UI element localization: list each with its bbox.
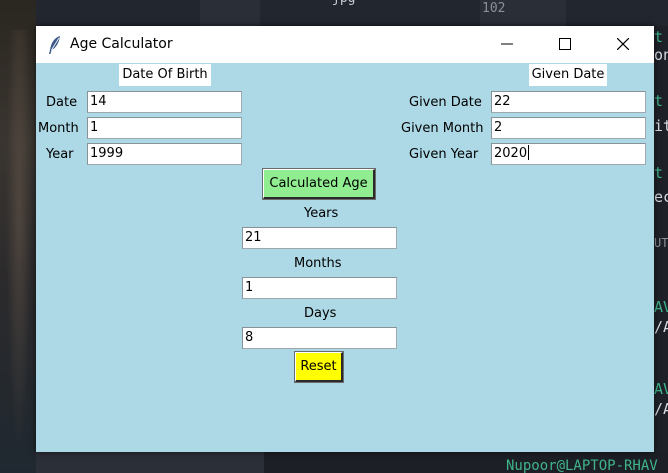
age-calculator-window: Age Calculator Date Of Birth Date 14 Mon… <box>36 26 654 452</box>
dob-month-input[interactable]: 1 <box>87 117 242 139</box>
close-icon <box>617 38 629 50</box>
editor-line-number: 102 <box>482 1 506 16</box>
window-titlebar[interactable]: Age Calculator <box>36 26 654 63</box>
desktop-background <box>0 0 36 473</box>
code-fragment: AV <box>654 298 668 316</box>
code-fragment: /A <box>654 400 668 418</box>
terminal-strip: Nupoor@LAPTOP-RHAV <box>36 452 668 473</box>
years-label: Years <box>304 206 339 221</box>
given-date-header: Given Date <box>529 64 607 86</box>
code-fragment: t <box>654 92 664 110</box>
code-fragment: ec <box>654 188 668 206</box>
text-cursor <box>528 145 530 160</box>
months-label: Months <box>294 256 342 271</box>
feather-icon <box>48 35 62 55</box>
calculate-age-button[interactable]: Calculated Age <box>262 168 376 200</box>
terminal-prompt: Nupoor@LAPTOP-RHAV <box>506 458 658 473</box>
editor-filename: jpg <box>332 0 355 6</box>
code-fragment: t <box>654 28 664 46</box>
days-label: Days <box>304 306 337 321</box>
code-fragment: AV <box>654 380 668 398</box>
close-button[interactable] <box>600 26 646 63</box>
given-year-label: Given Year <box>409 147 479 162</box>
given-date-label: Given Date <box>409 95 482 110</box>
maximize-button[interactable] <box>542 26 588 63</box>
editor-tabbar: jpg 102 <box>36 0 668 26</box>
dob-date-label: Date <box>46 95 78 110</box>
given-date-input[interactable]: 22 <box>491 91 646 113</box>
reset-button[interactable]: Reset <box>294 351 344 383</box>
given-year-input[interactable]: 2020 <box>491 143 646 165</box>
years-output[interactable]: 21 <box>242 227 397 249</box>
dob-header: Date Of Birth <box>119 64 211 86</box>
minimize-button[interactable] <box>484 26 530 63</box>
given-month-input[interactable]: 2 <box>491 117 646 139</box>
maximize-icon <box>559 38 571 50</box>
minimize-icon <box>501 43 513 45</box>
editor-tab <box>200 0 260 26</box>
dob-month-label: Month <box>38 121 79 136</box>
given-month-label: Given Month <box>401 121 484 136</box>
days-output[interactable]: 8 <box>242 327 397 349</box>
code-fragment: on <box>654 46 668 64</box>
code-fragment: UT <box>654 236 668 250</box>
window-title: Age Calculator <box>70 36 173 52</box>
editor-right-edge: t on t it t ec UT AV /A AV /A <box>654 26 668 473</box>
code-fragment: it <box>654 117 668 135</box>
code-fragment: t <box>654 164 664 182</box>
dob-date-input[interactable]: 14 <box>87 91 242 113</box>
terminal-panel <box>36 452 264 473</box>
dob-year-label: Year <box>46 147 74 162</box>
months-output[interactable]: 1 <box>242 277 397 299</box>
given-year-value: 2020 <box>494 146 528 161</box>
dob-year-input[interactable]: 1999 <box>87 143 242 165</box>
code-fragment: /A <box>654 318 668 336</box>
